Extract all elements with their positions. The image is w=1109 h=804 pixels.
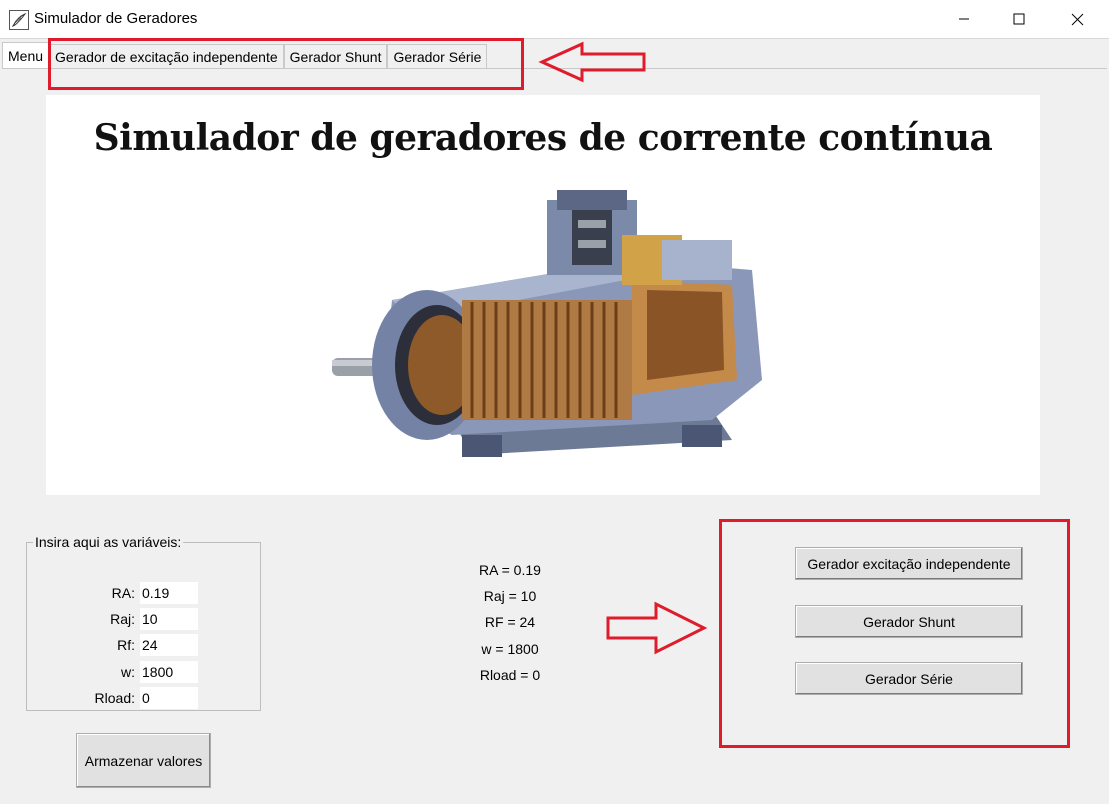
store-values-button[interactable]: Armazenar valores xyxy=(76,733,211,788)
field-row-raj: Raj: xyxy=(27,608,262,632)
banner-title: Simulador de geradores de corrente contí… xyxy=(93,117,993,159)
gerador-shunt-button[interactable]: Gerador Shunt xyxy=(795,605,1023,638)
field-row-rf: Rf: xyxy=(27,634,262,658)
maximize-button[interactable] xyxy=(992,0,1046,38)
maximize-icon xyxy=(1013,13,1025,25)
close-button[interactable] xyxy=(1050,0,1104,38)
annotation-arrow-right-icon xyxy=(606,601,708,655)
w-label: w: xyxy=(121,664,135,680)
close-icon xyxy=(1071,13,1083,25)
summary-raj: Raj = 10 xyxy=(483,588,537,605)
rload-label: Rload: xyxy=(94,690,135,706)
banner-image: Simulador de geradores de corrente contí… xyxy=(46,95,1040,495)
variables-group: Insira aqui as variáveis: RA: Raj: Rf: w… xyxy=(26,534,261,711)
field-row-ra: RA: xyxy=(27,582,262,606)
summary-rf: RF = 24 xyxy=(484,614,536,631)
annotation-box-tabs xyxy=(48,38,524,90)
variables-legend: Insira aqui as variáveis: xyxy=(35,534,182,550)
rload-input[interactable] xyxy=(140,687,198,709)
summary-w: w = 1800 xyxy=(481,640,539,657)
minimize-button[interactable] xyxy=(937,0,991,38)
summary-ra: RA = 0.19 xyxy=(479,562,541,578)
field-row-rload: Rload: xyxy=(27,687,262,711)
dc-motor-illustration xyxy=(332,190,762,457)
minimize-icon xyxy=(959,18,969,20)
raj-input[interactable] xyxy=(140,608,198,630)
w-input[interactable] xyxy=(140,661,198,683)
ra-input[interactable] xyxy=(140,582,198,604)
ra-label: RA: xyxy=(111,585,135,601)
gerador-excitacao-independente-button[interactable]: Gerador excitação independente xyxy=(795,547,1023,580)
tab-menu[interactable]: Menu xyxy=(2,42,50,69)
title-bar: Simulador de Geradores xyxy=(0,0,1109,39)
raj-label: Raj: xyxy=(110,611,135,627)
summary-rload: Rload = 0 xyxy=(479,666,541,683)
window-title: Simulador de Geradores xyxy=(34,10,198,27)
gerador-serie-button[interactable]: Gerador Série xyxy=(795,662,1023,695)
values-summary: RA = 0.19 Raj = 10 RF = 24 w = 1800 Rloa… xyxy=(465,560,555,691)
field-row-w: w: xyxy=(27,661,262,685)
app-feather-icon xyxy=(9,10,29,30)
rf-label: Rf: xyxy=(117,637,135,653)
annotation-arrow-left-icon xyxy=(538,41,646,83)
rf-input[interactable] xyxy=(140,634,198,656)
